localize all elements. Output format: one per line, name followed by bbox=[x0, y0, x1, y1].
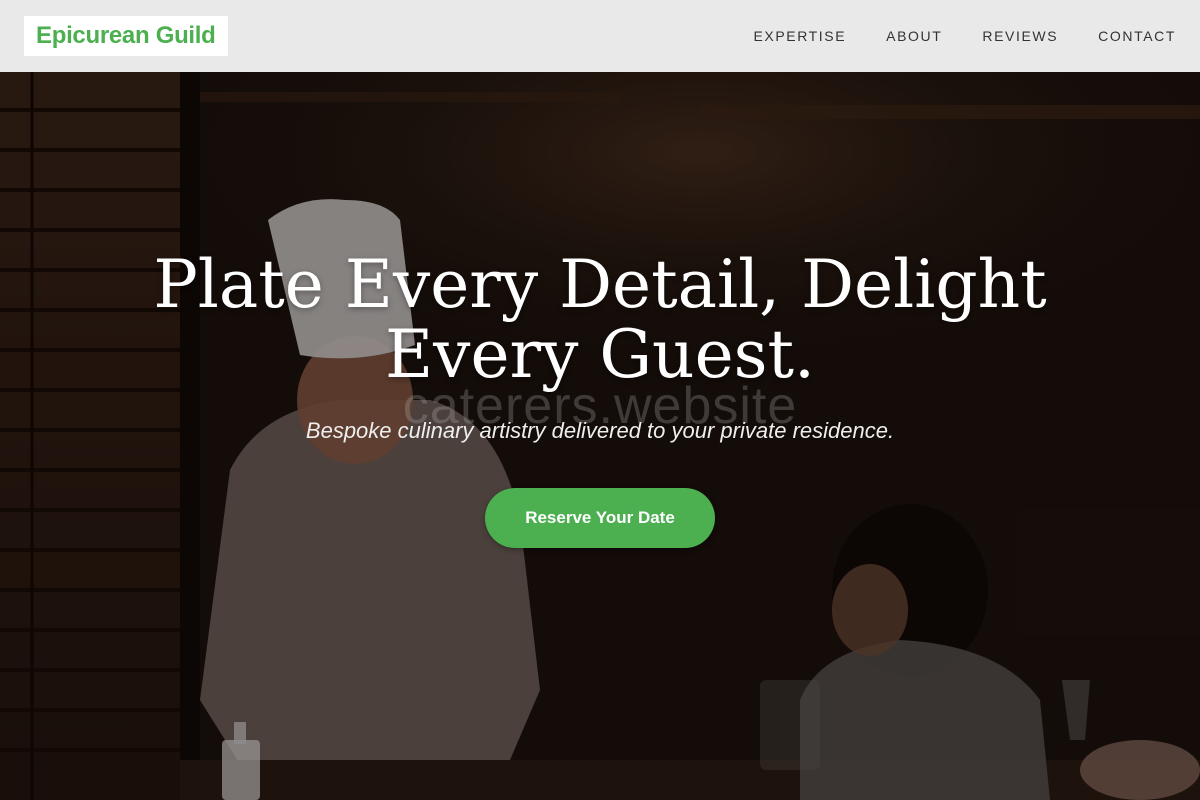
nav-link-expertise[interactable]: EXPERTISE bbox=[753, 28, 846, 44]
reserve-date-button[interactable]: Reserve Your Date bbox=[485, 488, 715, 548]
top-navbar: Epicurean Guild EXPERTISE ABOUT REVIEWS … bbox=[0, 0, 1200, 72]
hero-title: Plate Every Detail, Delight Every Guest. bbox=[153, 246, 1047, 393]
nav-links: EXPERTISE ABOUT REVIEWS CONTACT bbox=[713, 28, 1176, 44]
nav-link-reviews[interactable]: REVIEWS bbox=[982, 28, 1058, 44]
nav-link-contact[interactable]: CONTACT bbox=[1098, 28, 1176, 44]
hero-subtitle: Bespoke culinary artistry delivered to y… bbox=[305, 418, 895, 443]
nav-link-about[interactable]: ABOUT bbox=[886, 28, 942, 44]
hero-content: Plate Every Detail, Delight Every Guest.… bbox=[0, 250, 1200, 548]
brand-logo[interactable]: Epicurean Guild bbox=[24, 16, 228, 56]
